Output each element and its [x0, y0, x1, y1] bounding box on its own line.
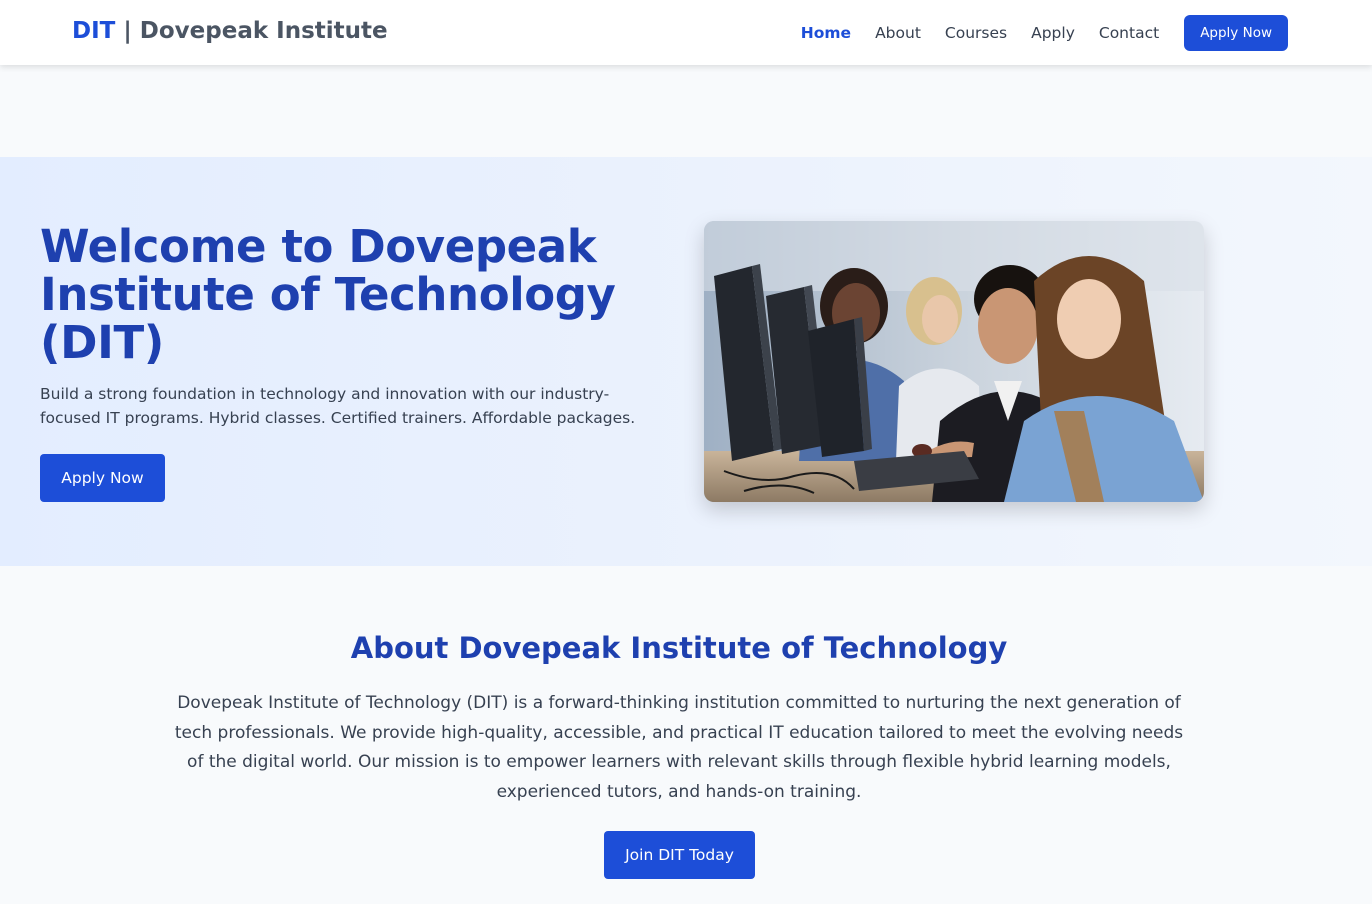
hero-section: Welcome to Dovepeak Institute of Technol… [0, 157, 1372, 566]
site-header: DIT | Dovepeak Institute Home About Cour… [0, 0, 1372, 65]
brand-name: Dovepeak Institute [139, 18, 388, 44]
brand-separator: | [115, 18, 140, 44]
nav-link-contact[interactable]: Contact [1099, 24, 1159, 42]
nav-link-courses[interactable]: Courses [945, 24, 1007, 42]
header-apply-now-button[interactable]: Apply Now [1184, 14, 1288, 51]
nav-link-home[interactable]: Home [801, 24, 851, 42]
students-at-computers-photo [704, 221, 1204, 502]
hero-title: Welcome to Dovepeak Institute of Technol… [40, 220, 616, 369]
brand-logo[interactable]: DIT | Dovepeak Institute [72, 16, 388, 46]
brand-abbreviation: DIT [72, 18, 116, 44]
main-nav: Home About Courses Apply Contact Apply N… [777, 0, 1288, 65]
nav-link-about[interactable]: About [875, 24, 921, 42]
hero-apply-now-button[interactable]: Apply Now [40, 454, 165, 502]
about-text: Dovepeak Institute of Technology (DIT) i… [174, 693, 1184, 802]
join-dit-button[interactable]: Join DIT Today [604, 831, 755, 879]
nav-link-apply[interactable]: Apply [1031, 24, 1075, 42]
hero-subtitle: Build a strong foundation in technology … [40, 385, 636, 427]
about-title: About Dovepeak Institute of Technology [350, 631, 1008, 665]
